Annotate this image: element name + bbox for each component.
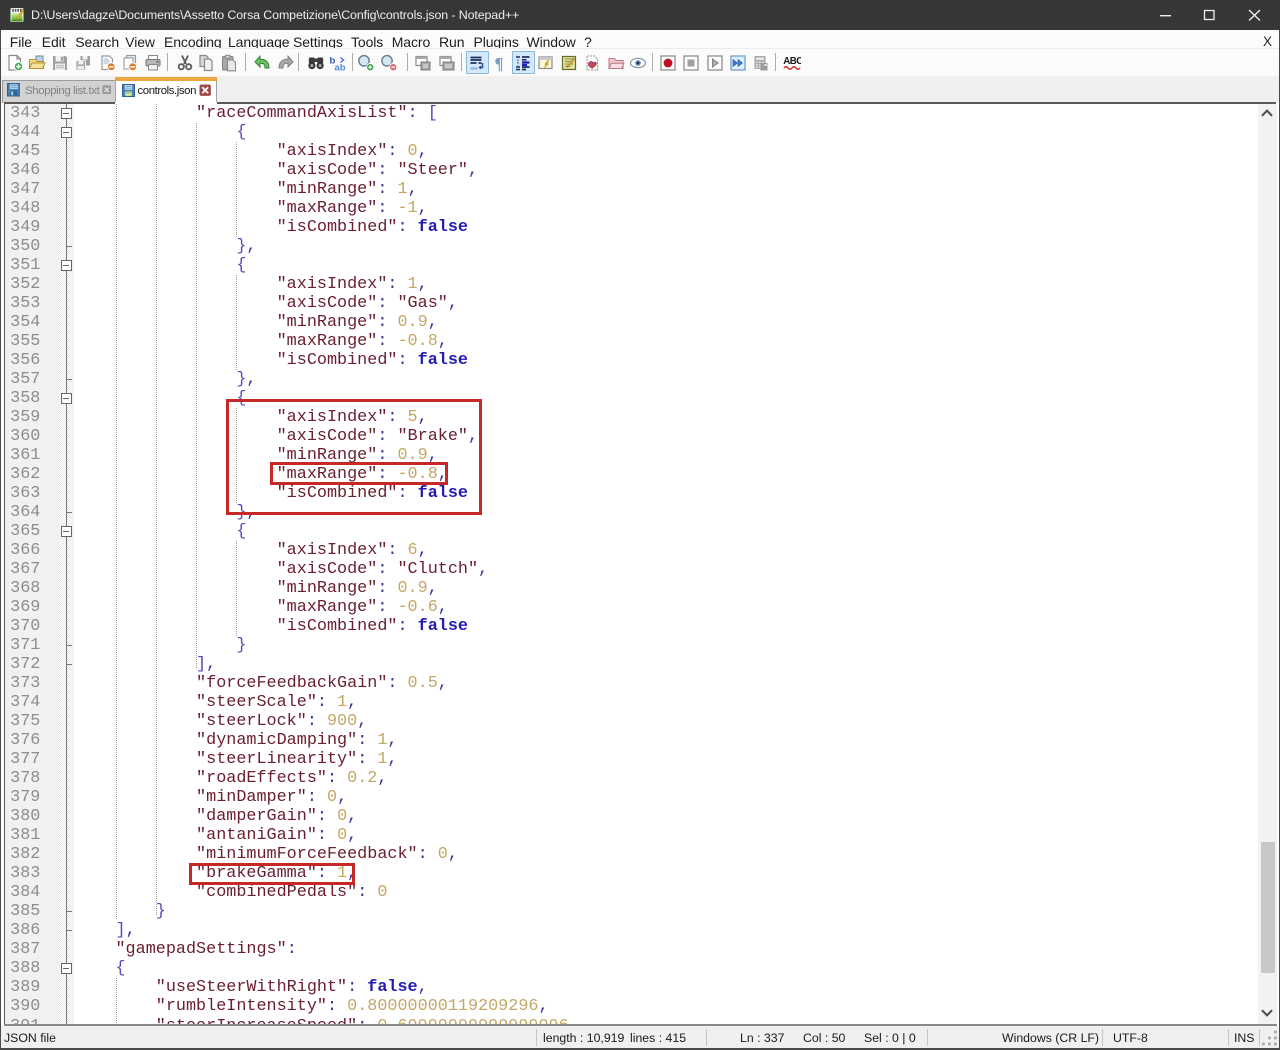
- svg-text:ABC: ABC: [783, 56, 801, 67]
- svg-text:ab: ab: [334, 62, 345, 72]
- svg-text:¶: ¶: [495, 54, 504, 72]
